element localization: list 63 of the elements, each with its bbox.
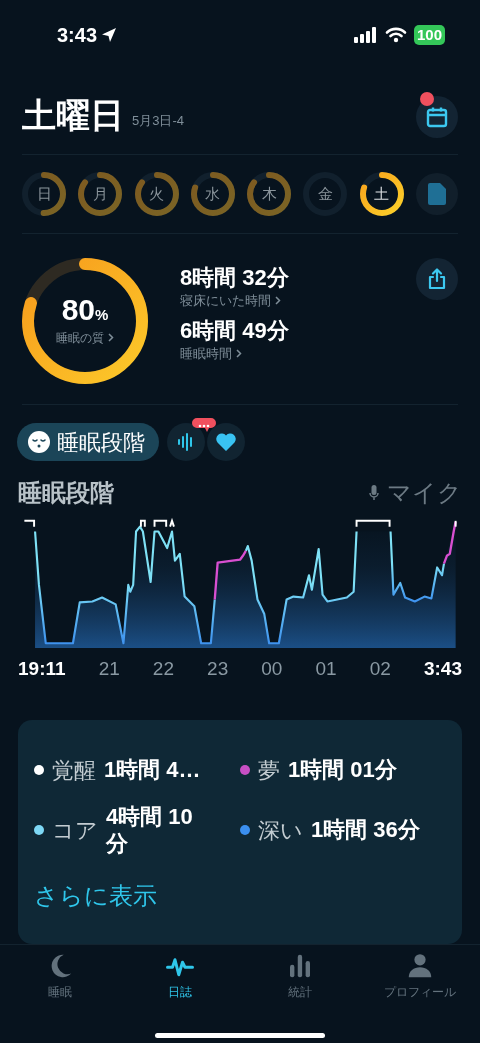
document-icon bbox=[427, 182, 446, 205]
location-arrow-icon bbox=[101, 27, 118, 43]
sleep-score: 80% bbox=[61, 294, 109, 325]
chevron-icon bbox=[275, 296, 281, 306]
sound-tab[interactable] bbox=[167, 423, 205, 462]
share-icon bbox=[427, 267, 447, 290]
share-button[interactable] bbox=[416, 257, 458, 300]
stage-duration: 1時間 4… bbox=[104, 756, 201, 784]
day-progress-ring bbox=[247, 171, 292, 216]
day-ring[interactable]: 金 bbox=[303, 171, 348, 216]
battery-indicator: 100 bbox=[413, 25, 445, 45]
stage-label: 夢 bbox=[258, 756, 280, 785]
tab-bar-item[interactable]: 日誌 bbox=[120, 950, 240, 1001]
stage-duration: 1時間 36分 bbox=[311, 816, 420, 844]
duration-link[interactable]: 睡眠時間 bbox=[180, 344, 232, 364]
day-ring[interactable]: 木 bbox=[247, 171, 292, 216]
time-axis-label: 22 bbox=[152, 657, 174, 682]
heart-tab[interactable] bbox=[207, 423, 245, 462]
day-ring[interactable]: 火 bbox=[134, 171, 179, 216]
time-axis-label: 23 bbox=[207, 657, 229, 682]
show-more-link[interactable]: さらに表示 bbox=[34, 877, 456, 914]
day-ring[interactable]: 日 bbox=[22, 171, 66, 216]
time-axis-label: 19:11 bbox=[18, 657, 66, 682]
tab-bar-item[interactable]: 睡眠 bbox=[0, 950, 120, 1001]
chevron-icon bbox=[108, 333, 114, 343]
day-ring[interactable]: 土 bbox=[359, 171, 404, 216]
duration-value: 8時間 32分 bbox=[180, 263, 289, 292]
stage-label: 深い bbox=[258, 816, 303, 845]
stage-label: コア bbox=[52, 816, 98, 845]
time-axis-label: 00 bbox=[261, 657, 283, 682]
stage-duration: 1時間 01分 bbox=[288, 756, 397, 784]
calendar-icon bbox=[426, 106, 448, 129]
heart-icon bbox=[215, 432, 237, 453]
sleeping-face-icon bbox=[27, 430, 51, 455]
time-axis-label: 02 bbox=[369, 657, 391, 682]
day-progress-ring bbox=[134, 171, 179, 216]
day-ring[interactable]: 水 bbox=[190, 171, 235, 216]
day-title: 土曜日 bbox=[22, 98, 124, 133]
time-axis-label: 21 bbox=[98, 657, 120, 682]
day-progress-ring bbox=[359, 171, 404, 216]
duration-link[interactable]: 寝床にいた時間 bbox=[180, 291, 271, 311]
audio-source-label: マイク bbox=[387, 478, 462, 509]
sleep-stage-tab[interactable]: 睡眠段階 bbox=[17, 423, 159, 462]
day-progress-ring bbox=[22, 171, 66, 216]
tab-bar-item[interactable]: プロフィール bbox=[360, 950, 480, 1001]
wifi-icon bbox=[384, 27, 407, 43]
day-progress-ring bbox=[78, 171, 123, 216]
sleep-quality-link[interactable]: 睡眠の質 bbox=[56, 328, 104, 347]
time-axis-label: 3:43 bbox=[423, 657, 462, 682]
duration-value: 6時間 49分 bbox=[180, 316, 289, 345]
signal-icon bbox=[353, 27, 378, 43]
status-time: 3:43 bbox=[57, 23, 98, 48]
date-label: 5月3日-4 bbox=[132, 111, 185, 130]
chart-title: 睡眠段階 bbox=[18, 478, 114, 509]
sound-wave-icon bbox=[177, 432, 195, 453]
chevron-icon bbox=[236, 349, 242, 359]
tab-bar-item[interactable]: 統計 bbox=[240, 950, 360, 1001]
microphone-icon bbox=[369, 485, 379, 502]
time-axis-label: 01 bbox=[315, 657, 337, 682]
day-ring[interactable]: 月 bbox=[78, 171, 123, 216]
stage-label: 覚醒 bbox=[52, 756, 96, 785]
day-progress-ring bbox=[190, 171, 235, 216]
stage-duration: 4時間 10分 bbox=[106, 802, 194, 858]
